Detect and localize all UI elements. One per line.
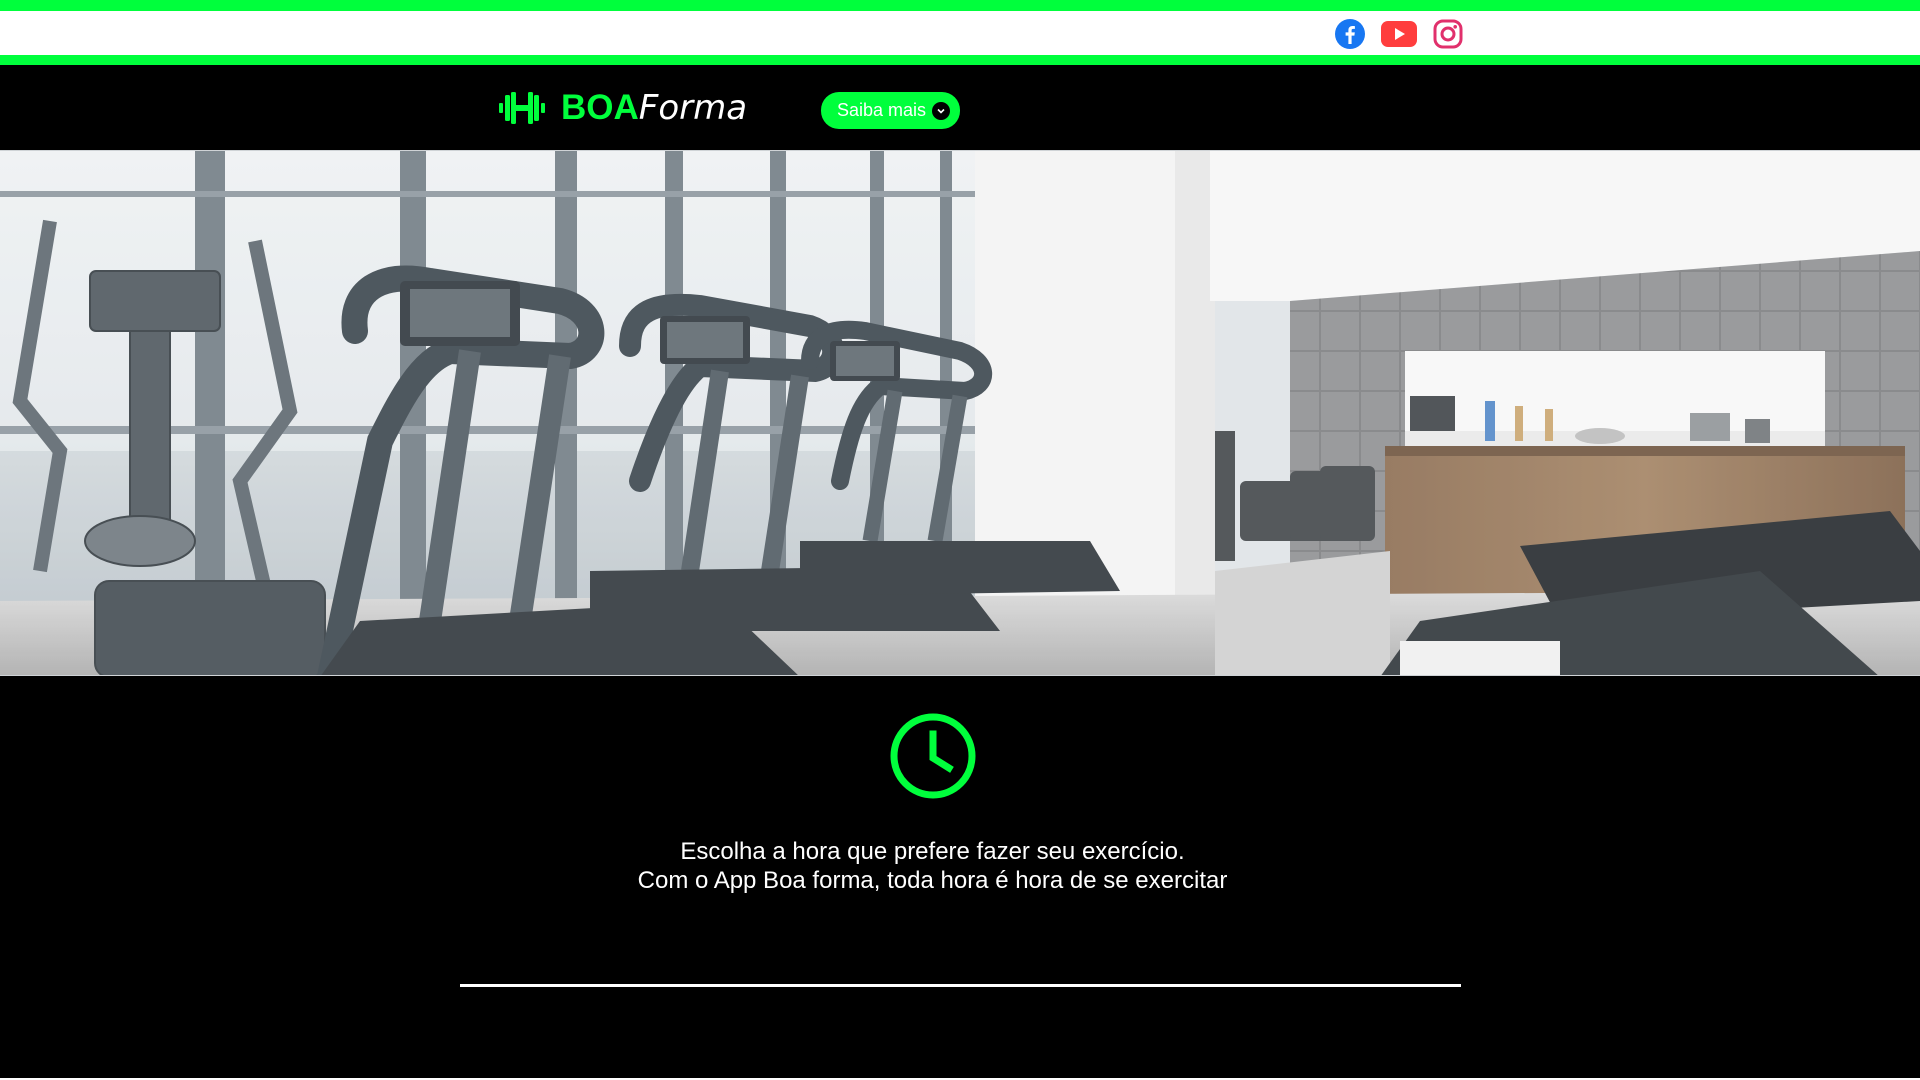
feature-section: Escolha a hora que prefere fazer seu exe… — [0, 676, 1920, 1080]
clock-icon — [890, 713, 976, 799]
social-links — [1334, 18, 1464, 50]
dumbbell-icon — [499, 92, 545, 124]
top-accent-bar — [0, 0, 1920, 11]
header: BOAForma Saiba mais — [0, 65, 1920, 150]
hero-image — [0, 150, 1920, 676]
logo-text: BOAForma — [561, 88, 747, 128]
page: BOAForma Saiba mais Escolha a hora que p… — [0, 0, 1920, 1080]
logo-italic-text: Forma — [638, 88, 748, 128]
youtube-icon[interactable] — [1380, 18, 1418, 50]
facebook-icon[interactable] — [1334, 18, 1366, 50]
section-divider — [460, 984, 1461, 987]
feature-text: Escolha a hora que prefere fazer seu exe… — [560, 837, 1305, 895]
instagram-icon[interactable] — [1432, 18, 1464, 50]
logo-bold-text: BOA — [561, 88, 639, 127]
feature-line-1: Escolha a hora que prefere fazer seu exe… — [680, 838, 1185, 865]
logo[interactable]: BOAForma — [499, 85, 747, 131]
saiba-mais-label: Saiba mais — [837, 100, 927, 120]
social-bar — [0, 11, 1920, 55]
mid-accent-bar — [0, 55, 1920, 65]
saiba-mais-button[interactable]: Saiba mais — [821, 92, 960, 129]
chevron-down-icon — [932, 101, 951, 120]
feature-line-2: Com o App Boa forma, toda hora é hora de… — [637, 867, 1228, 894]
gym-photo — [0, 151, 1920, 675]
